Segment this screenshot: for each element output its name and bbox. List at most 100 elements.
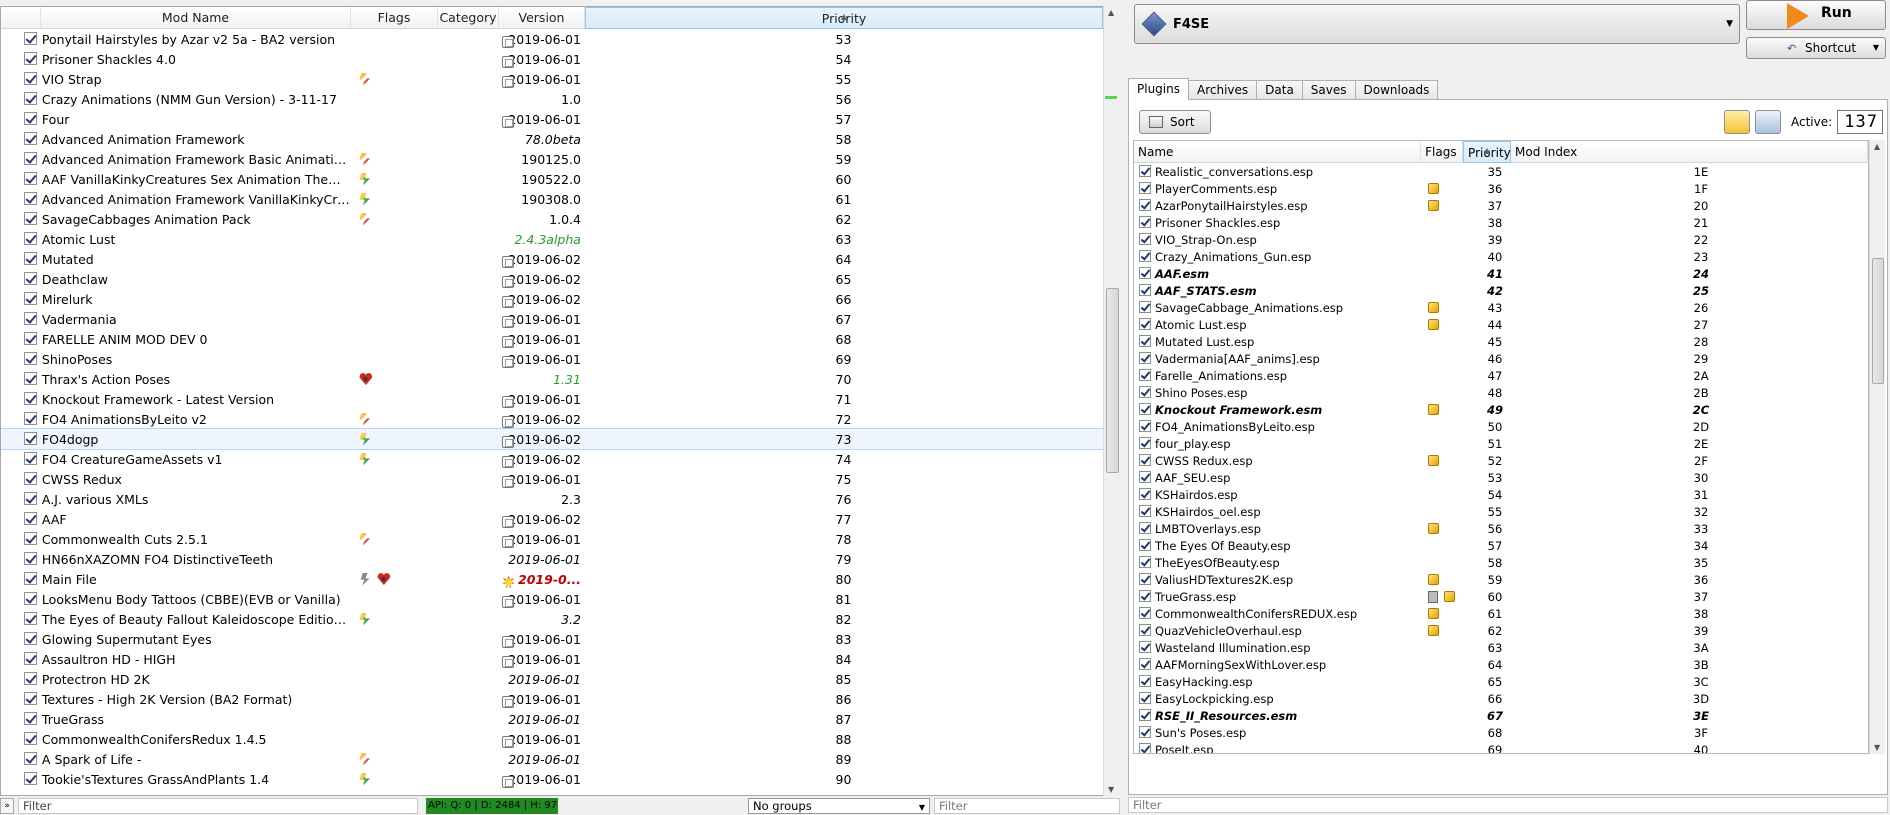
scroll-up-icon[interactable]: ▲ <box>1874 142 1880 151</box>
mod-row[interactable]: VIO Strap 2019-06-01 55 <box>1 69 1103 89</box>
tab-plugins[interactable]: Plugins <box>1128 78 1189 100</box>
plugin-enabled-checkbox[interactable] <box>1139 199 1151 211</box>
mod-row[interactable]: Advanced Animation Framework VanillaKink… <box>1 189 1103 209</box>
plugin-enabled-checkbox[interactable] <box>1139 607 1151 619</box>
mod-enabled-checkbox[interactable] <box>24 672 37 685</box>
plugin-row[interactable]: Crazy_Animations_Gun.esp 40 23 <box>1134 248 1868 265</box>
mod-enabled-checkbox[interactable] <box>24 532 37 545</box>
mod-enabled-checkbox[interactable] <box>24 632 37 645</box>
mod-row[interactable]: CWSS Redux 2019-06-01 75 <box>1 469 1103 489</box>
plugin-row[interactable]: ValiusHDTextures2K.esp 59 36 <box>1134 571 1868 588</box>
mod-enabled-checkbox[interactable] <box>24 52 37 65</box>
plugin-row[interactable]: Wasteland Illumination.esp 63 3A <box>1134 639 1868 656</box>
scrollbar-thumb[interactable] <box>1872 258 1884 384</box>
tab-downloads[interactable]: Downloads <box>1354 80 1439 100</box>
expand-arrow-icon[interactable]: » <box>0 798 14 814</box>
plugin-row[interactable]: Farelle_Animations.esp 47 2A <box>1134 367 1868 384</box>
plugin-row[interactable]: Knockout Framework.esm 49 2C <box>1134 401 1868 418</box>
mod-row[interactable]: A Spark of Life - 2019-06-01 89 <box>1 749 1103 769</box>
plugin-enabled-checkbox[interactable] <box>1139 522 1151 534</box>
mod-enabled-checkbox[interactable] <box>24 192 37 205</box>
plugin-row[interactable]: VIO_Strap-On.esp 39 22 <box>1134 231 1868 248</box>
tab-data[interactable]: Data <box>1256 80 1303 100</box>
executable-select[interactable]: F4SE ▼ <box>1134 4 1740 44</box>
mod-row[interactable]: AAF 2019-06-02 77 <box>1 509 1103 529</box>
mod-enabled-checkbox[interactable] <box>24 152 37 165</box>
tab-archives[interactable]: Archives <box>1187 80 1258 100</box>
header-version[interactable]: Version <box>499 7 585 29</box>
plugin-enabled-checkbox[interactable] <box>1139 182 1151 194</box>
run-button[interactable]: Run <box>1746 0 1886 30</box>
plugin-enabled-checkbox[interactable] <box>1139 573 1151 585</box>
mod-row[interactable]: Assaultron HD - HIGH 2019-06-01 84 <box>1 649 1103 669</box>
plugin-row[interactable]: AzarPonytailHairstyles.esp 37 20 <box>1134 197 1868 214</box>
mod-row[interactable]: Glowing Supermutant Eyes 2019-06-01 83 <box>1 629 1103 649</box>
mod-enabled-checkbox[interactable] <box>24 712 37 725</box>
plugin-row[interactable]: RSE_II_Resources.esm 67 3E <box>1134 707 1868 724</box>
plugin-row[interactable]: EasyLockpicking.esp 66 3D <box>1134 690 1868 707</box>
sort-button[interactable]: Sort <box>1139 110 1211 134</box>
mod-row[interactable]: Mutated 2019-06-02 64 <box>1 249 1103 269</box>
mod-row[interactable]: HN66nXAZOMN FO4 DistinctiveTeeth 2019-06-… <box>1 549 1103 569</box>
plugin-enabled-checkbox[interactable] <box>1139 386 1151 398</box>
plugin-enabled-checkbox[interactable] <box>1139 658 1151 670</box>
plugin-row[interactable]: LMBTOverlays.esp 56 33 <box>1134 520 1868 537</box>
plugin-enabled-checkbox[interactable] <box>1139 284 1151 296</box>
mod-enabled-checkbox[interactable] <box>24 392 37 405</box>
plugin-enabled-checkbox[interactable] <box>1139 454 1151 466</box>
mod-enabled-checkbox[interactable] <box>24 172 37 185</box>
mod-row[interactable]: Atomic Lust 2.4.3alpha 63 <box>1 229 1103 249</box>
mod-row[interactable]: Ponytail Hairstyles by Azar v2 5a - BA2 … <box>1 29 1103 49</box>
mod-row[interactable]: Protectron HD 2K 2019-06-01 85 <box>1 669 1103 689</box>
mod-row[interactable]: Advanced Animation Framework Basic Anima… <box>1 149 1103 169</box>
mod-enabled-checkbox[interactable] <box>24 592 37 605</box>
plugin-row[interactable]: Realistic_conversations.esp 35 1E <box>1134 163 1868 180</box>
mod-enabled-checkbox[interactable] <box>24 272 37 285</box>
mod-row[interactable]: CommonwealthConifersRedux 1.4.5 2019-06-0… <box>1 729 1103 749</box>
mod-enabled-checkbox[interactable] <box>24 92 37 105</box>
mod-row[interactable]: FO4 CreatureGameAssets v1 2019-06-02 74 <box>1 449 1103 469</box>
plugin-row[interactable]: Prisoner Shackles.esp 38 21 <box>1134 214 1868 231</box>
plugin-enabled-checkbox[interactable] <box>1139 165 1151 177</box>
mod-row[interactable]: Prisoner Shackles 4.0 2019-06-01 54 <box>1 49 1103 69</box>
mod-row[interactable]: LooksMenu Body Tattoos (CBBE)(EVB or Van… <box>1 589 1103 609</box>
mod-enabled-checkbox[interactable] <box>24 732 37 745</box>
category-filter-input[interactable]: Filter <box>934 798 1120 814</box>
mod-enabled-checkbox[interactable] <box>24 312 37 325</box>
plugin-row[interactable]: AAFMorningSexWithLover.esp 64 3B <box>1134 656 1868 673</box>
mod-row[interactable]: TrueGrass 2019-06-01 87 <box>1 709 1103 729</box>
plugin-row[interactable]: SavageCabbage_Animations.esp 43 26 <box>1134 299 1868 316</box>
mod-enabled-checkbox[interactable] <box>24 212 37 225</box>
plugin-enabled-checkbox[interactable] <box>1139 505 1151 517</box>
mod-row[interactable]: Crazy Animations (NMM Gun Version) - 3-1… <box>1 89 1103 109</box>
plugin-row[interactable]: TrueGrass.esp 60 37 <box>1134 588 1868 605</box>
plugin-row[interactable]: QuazVehicleOverhaul.esp 62 39 <box>1134 622 1868 639</box>
mod-row[interactable]: Tookie'sTextures GrassAndPlants 1.4 2019-… <box>1 769 1103 789</box>
plugin-row[interactable]: AAF.esm 41 24 <box>1134 265 1868 282</box>
plugin-enabled-checkbox[interactable] <box>1139 709 1151 721</box>
mod-enabled-checkbox[interactable] <box>24 552 37 565</box>
mod-enabled-checkbox[interactable] <box>24 492 37 505</box>
tab-saves[interactable]: Saves <box>1301 80 1356 100</box>
plugin-row[interactable]: Mutated Lust.esp 45 28 <box>1134 333 1868 350</box>
plugin-enabled-checkbox[interactable] <box>1139 233 1151 245</box>
mod-enabled-checkbox[interactable] <box>24 572 37 585</box>
plugin-row[interactable]: CWSS Redux.esp 52 2F <box>1134 452 1868 469</box>
plugin-enabled-checkbox[interactable] <box>1139 675 1151 687</box>
mod-enabled-checkbox[interactable] <box>24 432 37 445</box>
mod-row[interactable]: SavageCabbages Animation Pack 1.0.4 62 <box>1 209 1103 229</box>
plugin-row[interactable]: AAF_SEU.esp 53 30 <box>1134 469 1868 486</box>
plugin-enabled-checkbox[interactable] <box>1139 301 1151 313</box>
mod-enabled-checkbox[interactable] <box>24 752 37 765</box>
mod-row[interactable]: Thrax's Action Poses 1.31 70 <box>1 369 1103 389</box>
mod-enabled-checkbox[interactable] <box>24 452 37 465</box>
shortcut-button[interactable]: ↶ Shortcut ▼ <box>1746 37 1886 59</box>
plugin-enabled-checkbox[interactable] <box>1139 216 1151 228</box>
mod-enabled-checkbox[interactable] <box>24 692 37 705</box>
plugin-enabled-checkbox[interactable] <box>1139 556 1151 568</box>
mod-enabled-checkbox[interactable] <box>24 612 37 625</box>
plugin-row[interactable]: KSHairdos_oel.esp 55 32 <box>1134 503 1868 520</box>
plugin-enabled-checkbox[interactable] <box>1139 471 1151 483</box>
mod-row[interactable]: Knockout Framework - Latest Version 2019-… <box>1 389 1103 409</box>
header-category[interactable]: Category <box>438 7 499 29</box>
